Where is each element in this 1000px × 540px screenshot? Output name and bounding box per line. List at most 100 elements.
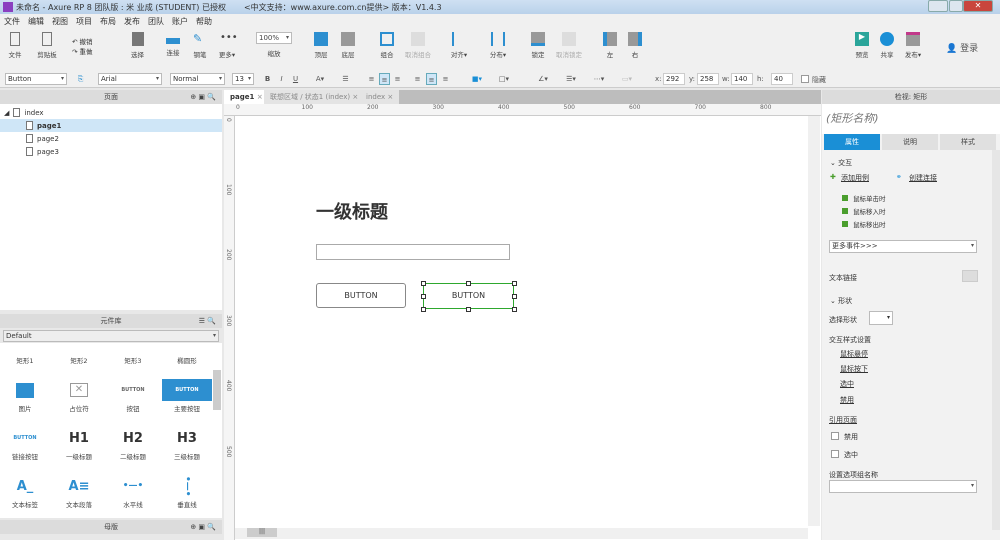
selected-checkbox[interactable]	[831, 450, 839, 458]
line-width-button[interactable]: ☰▾	[562, 73, 580, 85]
widget-type-select[interactable]: Button	[5, 73, 67, 85]
create-link[interactable]: 创建连接	[909, 173, 937, 183]
undo-button[interactable]: ↶ 撤销	[72, 36, 93, 46]
resize-handle[interactable]	[421, 294, 426, 299]
font-weight-select[interactable]: Normal	[170, 73, 225, 85]
select-button[interactable]: 选择	[115, 32, 160, 59]
interaction-section[interactable]: ⌄ 交互	[830, 158, 852, 168]
y-input[interactable]: 258	[697, 73, 719, 85]
pen-button[interactable]: ✎ 钢笔	[185, 32, 215, 59]
publish-button[interactable]: 发布▾	[898, 32, 928, 59]
resize-handle[interactable]	[512, 281, 517, 286]
unlock-button[interactable]: 取消锁定	[551, 32, 587, 59]
h-input[interactable]: 40	[771, 73, 793, 85]
maximize-button[interactable]	[949, 0, 963, 12]
menu-help[interactable]: 帮助	[196, 16, 212, 27]
widget-item[interactable]: BUTTON 链接按钮	[0, 427, 50, 461]
italic-button[interactable]: I	[276, 73, 287, 85]
align-button[interactable]: 对齐▾	[444, 32, 474, 59]
tab-notes[interactable]: 说明	[882, 134, 938, 150]
font-color-button[interactable]: A▾	[311, 73, 329, 85]
resize-handle[interactable]	[512, 307, 517, 312]
library-actions[interactable]: ☰ 🔍	[199, 314, 216, 328]
login-button[interactable]: 👤 登录	[946, 41, 978, 54]
widget-item[interactable]: A≡ 文本段落	[54, 475, 104, 510]
menu-layout[interactable]: 布局	[100, 16, 116, 27]
menu-view[interactable]: 视图	[52, 16, 68, 27]
minimize-button[interactable]	[928, 0, 948, 12]
resize-handle[interactable]	[466, 307, 471, 312]
page-root-index[interactable]: ◢ index	[0, 106, 222, 119]
menu-publish[interactable]: 发布	[124, 16, 140, 27]
right-button[interactable]: 右	[620, 32, 650, 59]
valign-top-icon[interactable]: ≡	[412, 73, 423, 85]
widget-item[interactable]: 椭圆形	[162, 343, 212, 365]
library-scrollbar[interactable]	[213, 370, 221, 410]
menu-edit[interactable]: 编辑	[28, 16, 44, 27]
page-item-page3[interactable]: page3	[0, 145, 222, 158]
canvas-vertical-scrollbar[interactable]	[808, 116, 820, 526]
shape-section[interactable]: ⌄ 形状	[830, 296, 852, 306]
style-mousedown-link[interactable]: 鼠标按下	[840, 364, 868, 374]
event-click[interactable]: 鼠标单击时	[842, 193, 886, 203]
tab-index[interactable]: index ×	[360, 90, 400, 104]
file-button[interactable]: 文件	[0, 32, 30, 59]
resize-handle[interactable]	[512, 294, 517, 299]
zoom-control[interactable]: 100% 缩放	[255, 32, 293, 58]
arrow-style-button[interactable]: ▭▾	[618, 73, 636, 85]
hidden-checkbox[interactable]	[801, 75, 809, 83]
masters-actions[interactable]: ⊕ ▣ 🔍	[190, 520, 216, 534]
widget-item[interactable]: •—• 垂直线	[162, 475, 212, 509]
reference-page-link[interactable]: 引用页面	[829, 415, 857, 425]
canvas-button-2-selected[interactable]: BUTTON	[423, 283, 514, 309]
shape-name-input[interactable]: (矩形名称)	[822, 104, 1000, 134]
font-family-select[interactable]: Arial	[98, 73, 162, 85]
bullet-list-icon[interactable]: ☰	[340, 73, 351, 85]
widget-item[interactable]: •—• 水平线	[108, 475, 158, 509]
style-selected-link[interactable]: 选中	[840, 379, 854, 389]
text-link-button[interactable]	[962, 270, 978, 282]
ungroup-button[interactable]: 取消组合	[400, 32, 436, 59]
style-disabled-link[interactable]: 禁用	[840, 395, 854, 405]
bring-to-front-button[interactable]: 顶层	[306, 32, 336, 59]
widget-item[interactable]: 矩形3	[108, 343, 158, 365]
close-icon[interactable]: ×	[387, 93, 393, 101]
format-painter-icon[interactable]: ⎘	[75, 73, 86, 85]
menu-account[interactable]: 账户	[172, 16, 188, 27]
menu-project[interactable]: 项目	[76, 16, 92, 27]
inspector-scrollbar[interactable]	[992, 150, 1000, 530]
widget-item[interactable]: H1 一级标题	[54, 427, 104, 462]
menu-team[interactable]: 团队	[148, 16, 164, 27]
font-size-select[interactable]: 13	[232, 73, 254, 85]
shape-picker[interactable]: ▾	[869, 311, 893, 325]
resize-handle[interactable]	[421, 281, 426, 286]
fill-color-button[interactable]: ■▾	[468, 73, 486, 85]
send-to-back-button[interactable]: 底层	[333, 32, 363, 59]
style-hover-link[interactable]: 鼠标悬停	[840, 349, 868, 359]
close-icon[interactable]: ×	[352, 93, 358, 101]
library-select[interactable]: Default	[3, 330, 219, 342]
valign-bottom-icon[interactable]: ≡	[440, 73, 451, 85]
align-right-icon[interactable]: ≡	[392, 73, 403, 85]
redo-button[interactable]: ↷ 重做	[72, 46, 93, 56]
line-style-button[interactable]: ⋯▾	[590, 73, 608, 85]
page-item-page1[interactable]: page1	[0, 119, 222, 132]
widget-item[interactable]: H3 三级标题	[162, 427, 212, 462]
close-button[interactable]: ✕	[963, 0, 993, 12]
clipboard-button[interactable]: 剪贴板	[32, 32, 62, 59]
menu-file[interactable]: 文件	[4, 16, 20, 27]
more-events-select[interactable]: 更多事件>>>	[829, 240, 977, 253]
bold-button[interactable]: B	[262, 73, 273, 85]
line-color-button[interactable]: ∠▾	[534, 73, 552, 85]
tab-properties[interactable]: 属性	[824, 134, 880, 150]
add-case-link[interactable]: 添加用例	[841, 173, 869, 183]
event-mouseleave[interactable]: 鼠标移出时	[842, 219, 886, 229]
group-button[interactable]: 组合	[372, 32, 402, 59]
widget-item[interactable]: A_ 文本标签	[0, 475, 50, 510]
shadow-button[interactable]: □▾	[495, 73, 513, 85]
event-mouseenter[interactable]: 鼠标移入时	[842, 206, 886, 216]
resize-handle[interactable]	[466, 281, 471, 286]
align-center-icon[interactable]: ≡	[379, 73, 390, 85]
w-input[interactable]: 140	[731, 73, 753, 85]
widget-item[interactable]: H2 二级标题	[108, 427, 158, 462]
